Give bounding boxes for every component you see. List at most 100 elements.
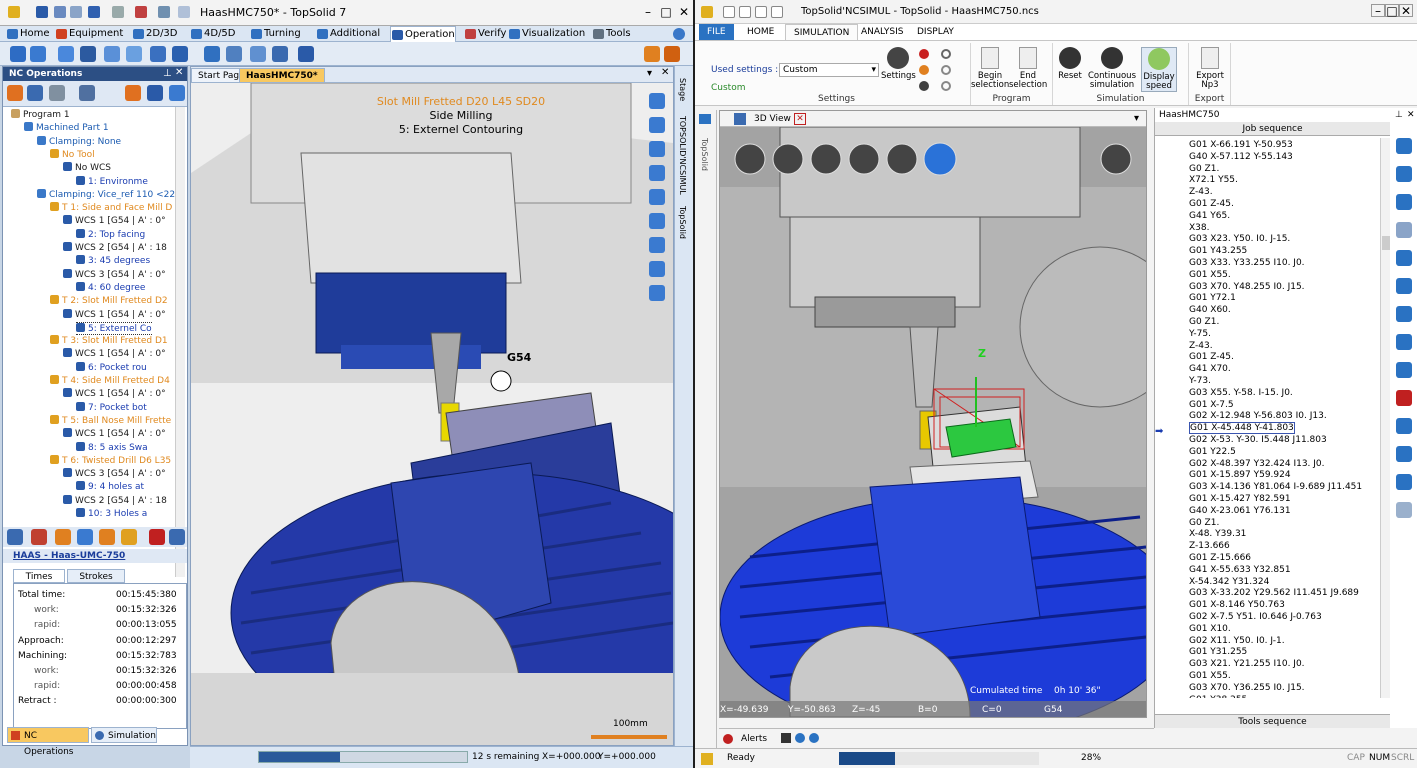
globe-view-icon[interactable] — [736, 143, 764, 175]
minimize-button[interactable]: – — [640, 4, 656, 20]
scroll-thumb[interactable] — [1382, 236, 1390, 250]
close-view-icon[interactable]: ✕ — [794, 113, 806, 125]
tree-item[interactable]: WCS 1 [G54 | A' : 0° — [63, 308, 166, 322]
nc-line[interactable]: X38. — [1189, 223, 1209, 235]
options-icon[interactable] — [158, 6, 170, 18]
tab-haashmc750[interactable]: HaasHMC750* — [239, 68, 325, 83]
nc-line[interactable]: G0 Z1. — [1189, 164, 1219, 176]
operation3-icon[interactable] — [58, 46, 74, 62]
nc-line[interactable]: X-48. Y39.31 — [1189, 529, 1246, 541]
tree-item[interactable]: No Tool — [50, 148, 95, 162]
save-icon[interactable] — [755, 6, 767, 18]
job-sequence-header[interactable]: Job sequence — [1155, 122, 1390, 136]
tab-home[interactable]: Home — [6, 26, 50, 42]
nc-line[interactable]: G01 X55. — [1189, 270, 1231, 282]
edit-icon[interactable] — [1396, 418, 1412, 434]
nc-line[interactable]: G03 X21. Y21.255 I10. J0. — [1189, 659, 1305, 671]
machine-tool-icon[interactable] — [7, 529, 23, 545]
tab-verify[interactable]: Verify — [464, 26, 506, 42]
pin-icon[interactable]: ⊥ — [163, 68, 172, 79]
tree-scrollbar[interactable] — [175, 107, 185, 577]
tree-item[interactable]: WCS 2 [G54 | A' : 18 — [63, 494, 167, 508]
machine-tool4-icon[interactable] — [77, 529, 93, 545]
reset-button[interactable]: Reset — [1053, 47, 1087, 81]
operation10-icon[interactable] — [226, 46, 242, 62]
print-icon[interactable] — [70, 6, 82, 18]
machine-tool7-icon[interactable] — [149, 529, 165, 545]
tab-file[interactable]: FILE — [699, 24, 734, 40]
cylinder-view-icon[interactable] — [812, 143, 840, 175]
nc-line[interactable]: G03 X-33.202 Y29.562 I11.451 J9.689 — [1189, 588, 1359, 600]
view-tab-label[interactable]: 3D View — [754, 114, 791, 124]
ncsimul-tab[interactable]: TOPSOLID'NCSIMUL — [678, 116, 687, 195]
tree-item[interactable]: No WCS — [63, 162, 111, 175]
nc-line[interactable]: G03 X23. Y50. I0. J-15. — [1189, 234, 1290, 246]
tab-visualization[interactable]: Visualization — [508, 26, 585, 42]
open-icon[interactable] — [739, 6, 751, 18]
undo-icon[interactable] — [88, 6, 100, 18]
tab-nc-operations[interactable]: NC Operations — [7, 727, 89, 757]
nc-line[interactable]: G02 X-53. Y-30. I5.448 J11.803 — [1189, 435, 1327, 447]
printer-icon[interactable] — [79, 85, 95, 101]
export-icon[interactable] — [771, 6, 783, 18]
nc-line[interactable]: G01 Y38.255 — [1189, 695, 1247, 698]
verbose-icon[interactable] — [809, 733, 819, 743]
sync-icon[interactable] — [1396, 222, 1412, 238]
operation8-icon[interactable] — [172, 46, 188, 62]
redo-icon[interactable] — [112, 6, 124, 18]
tree-item[interactable]: T 6: Twisted Drill D6 L35 — [50, 454, 171, 468]
color-red-icon[interactable] — [919, 49, 929, 59]
camera-icon[interactable] — [1104, 143, 1132, 175]
machine-link[interactable]: HAAS - Haas-UMC-750 — [3, 549, 187, 563]
folder-icon[interactable] — [699, 114, 711, 124]
close-button[interactable]: ✕ — [676, 4, 692, 20]
tool-icon[interactable] — [7, 85, 23, 101]
operation12-icon[interactable] — [272, 46, 288, 62]
nc-line[interactable]: G01 Y43.255 — [1189, 246, 1247, 258]
zoom-out-icon[interactable] — [649, 237, 665, 253]
nc-line[interactable]: G0 Z1. — [1189, 317, 1219, 329]
stage-tab[interactable]: Stage — [678, 78, 687, 101]
nc-code-list[interactable]: G01 X-66.191 Y-50.953 G40 X-57.112 Y-55.1… — [1155, 138, 1380, 698]
document-icon[interactable] — [135, 6, 147, 18]
nc-line[interactable]: G01 Z-45. — [1189, 352, 1234, 364]
3d-viewport[interactable]: Start Page HaasHMC750* ▾ ✕ Slot Mill Fre… — [190, 66, 674, 746]
nc-line[interactable]: G40 X-23.061 Y76.131 — [1189, 506, 1291, 518]
prev-block-icon[interactable] — [1396, 166, 1412, 182]
nc-line[interactable]: Y-75. — [1189, 329, 1211, 341]
nc-line[interactable]: G01 X-15.897 Y59.924 — [1189, 470, 1291, 482]
display-speed-button[interactable]: Display speed — [1141, 47, 1177, 92]
section-icon[interactable] — [649, 285, 665, 301]
alerts-tab[interactable]: Alerts — [741, 734, 767, 744]
close-button[interactable]: ✕ — [1399, 4, 1413, 17]
tree-item[interactable]: Program 1 — [11, 109, 70, 122]
operation6-icon[interactable] — [126, 46, 142, 62]
nc-line[interactable]: G01 X-66.191 Y-50.953 — [1189, 140, 1293, 152]
tools-sequence-header[interactable]: Tools sequence — [1155, 714, 1390, 728]
machine-icon[interactable] — [27, 85, 43, 101]
view-icon[interactable] — [649, 165, 665, 181]
tree-item[interactable]: 6: Pocket rou — [76, 361, 147, 375]
tree-item[interactable]: T 5: Ball Nose Mill Frette — [50, 414, 171, 428]
tab-home[interactable]: HOME — [739, 24, 782, 40]
begin-selection-button[interactable]: Begin selection — [971, 47, 1009, 90]
tree-item[interactable]: T 1: Side and Face Mill D — [50, 202, 172, 215]
nc-line[interactable]: X72.1 Y55. — [1189, 175, 1238, 187]
new-icon[interactable] — [723, 6, 735, 18]
tree-item[interactable]: 4: 60 degree — [76, 281, 145, 295]
tree-item[interactable]: 9: 4 holes at — [76, 481, 144, 494]
tab-4d5d[interactable]: 4D/5D — [190, 26, 236, 42]
tree-item[interactable]: WCS 2 [G54 | A' : 18 — [63, 242, 167, 255]
nc-line[interactable]: G02 X11. Y50. I0. J-1. — [1189, 636, 1285, 648]
last-icon[interactable] — [1396, 306, 1412, 322]
tree-item[interactable]: WCS 1 [G54 | A' : 0° — [63, 388, 166, 401]
nc-line[interactable]: Z-43. — [1189, 341, 1213, 353]
tree-item[interactable]: Clamping: None — [37, 135, 121, 149]
next-block-icon[interactable] — [1396, 278, 1412, 294]
machine-tool3-icon[interactable] — [55, 529, 71, 545]
nc-line[interactable]: G01 X-8.146 Y50.763 — [1189, 600, 1285, 612]
option-2-icon[interactable] — [941, 65, 951, 75]
nc-line[interactable]: G03 X55. Y-58. I-15. J0. — [1189, 388, 1293, 400]
settings-button[interactable]: Settings — [881, 47, 916, 81]
search-icon[interactable] — [1396, 334, 1412, 350]
